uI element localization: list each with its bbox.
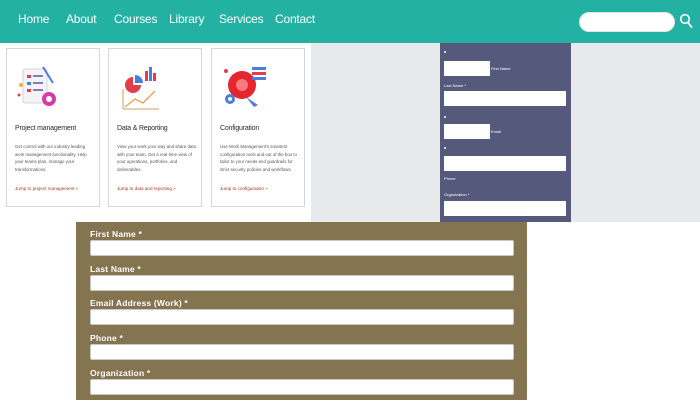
feature-card-project-management: Project management Get control with our … [6, 48, 100, 207]
nav-services-link[interactable]: Services [219, 12, 264, 26]
first-name-label: First Name [491, 66, 511, 71]
feature-card-data-reporting: Data & Reporting View your work your way… [108, 48, 202, 207]
phone-input[interactable] [90, 344, 514, 360]
card-jump-link[interactable]: Jump to configuration » [220, 186, 268, 191]
search-input[interactable] [579, 12, 675, 32]
nav-contact-link[interactable]: Contact [275, 12, 315, 26]
last-name-label: Last Name * [90, 264, 141, 274]
card-jump-link[interactable]: Jump to project management » [15, 186, 78, 191]
last-name-label: Last Name * [444, 83, 467, 88]
required-marker [444, 116, 446, 118]
last-name-input[interactable] [90, 275, 514, 291]
compact-contact-form: First Name Last Name * Email Phone Organ… [440, 43, 571, 222]
required-marker [444, 51, 446, 53]
organization-label: Organization * [90, 368, 151, 378]
first-name-label: First Name * [90, 229, 143, 239]
email-input[interactable] [90, 309, 514, 325]
card-description: Use Work Management's smartest configura… [220, 144, 297, 172]
top-nav-bar: Home About Courses Library Services Cont… [0, 0, 700, 43]
data-reporting-illustration-icon [122, 67, 159, 110]
contact-form: First Name * Last Name * Email Address (… [76, 222, 527, 400]
organization-input[interactable] [90, 379, 514, 395]
card-title: Project management [15, 125, 76, 132]
nav-home-link[interactable]: Home [18, 12, 49, 26]
card-title: Configuration [220, 125, 260, 132]
email-input[interactable] [444, 124, 490, 139]
last-name-input[interactable] [444, 91, 566, 106]
phone-label: Phone * [90, 333, 124, 343]
first-name-input[interactable] [90, 240, 514, 256]
email-label: Email Address (Work) * [90, 298, 188, 308]
organization-label: Organization * [444, 192, 470, 197]
phone-input[interactable] [444, 156, 566, 171]
configuration-illustration-icon [224, 67, 266, 107]
nav-courses-link[interactable]: Courses [114, 12, 157, 26]
card-description: View your work your way and share data w… [117, 144, 196, 172]
card-description: Get control with our industry leading wo… [15, 144, 87, 172]
project-management-illustration-icon [17, 66, 56, 106]
card-jump-link[interactable]: Jump to data and reporting » [117, 186, 176, 191]
organization-input[interactable] [444, 201, 566, 216]
phone-label: Phone [444, 176, 456, 181]
first-name-input[interactable] [444, 61, 490, 76]
email-label: Email [491, 129, 502, 134]
nav-about-link[interactable]: About [66, 12, 97, 26]
nav-library-link[interactable]: Library [169, 12, 204, 26]
search-icon[interactable] [679, 13, 693, 29]
card-title: Data & Reporting [117, 125, 168, 132]
required-marker [444, 147, 446, 149]
feature-card-configuration: Configuration Use Work Management's smar… [211, 48, 305, 207]
